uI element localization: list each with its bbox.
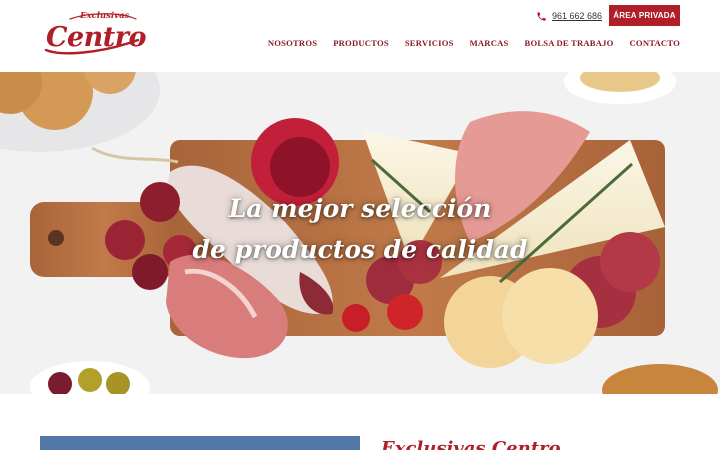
logo-top-word: Exclusivas (80, 11, 130, 21)
hero-title-line-1: La mejor selección (228, 194, 492, 223)
nav-item-nosotros[interactable]: NOSOTROS (268, 38, 317, 50)
phone-number: 961 662 686 (552, 11, 603, 21)
nav-item-contacto[interactable]: CONTACTO (630, 38, 680, 50)
about-section-title: Exclusivas Centro (381, 438, 561, 450)
area-privada-button[interactable]: ÁREA PRIVADA (609, 5, 680, 26)
hero-banner: La mejor selección de productos de calid… (0, 72, 720, 394)
main-nav: NOSOTROS PRODUCTOS SERVICIOS MARCAS BOLS… (268, 38, 680, 50)
nav-item-productos[interactable]: PRODUCTOS (333, 38, 389, 50)
logo-main-word: Centro (46, 22, 147, 53)
nav-item-marcas[interactable]: MARCAS (470, 38, 509, 50)
about-section-image (40, 436, 360, 450)
nav-item-servicios[interactable]: SERVICIOS (405, 38, 454, 50)
nav-item-bolsa-de-trabajo[interactable]: BOLSA DE TRABAJO (525, 38, 614, 50)
site-header: Exclusivas Centro 961 662 686 ÁREA PRIVA… (0, 0, 720, 72)
phone-icon (537, 11, 546, 21)
phone-link[interactable]: 961 662 686 (536, 9, 602, 23)
hero-title-line-2: de productos de calidad (192, 235, 528, 264)
hero-title: La mejor selección de productos de calid… (0, 188, 720, 270)
site-logo[interactable]: Exclusivas Centro (40, 10, 147, 58)
